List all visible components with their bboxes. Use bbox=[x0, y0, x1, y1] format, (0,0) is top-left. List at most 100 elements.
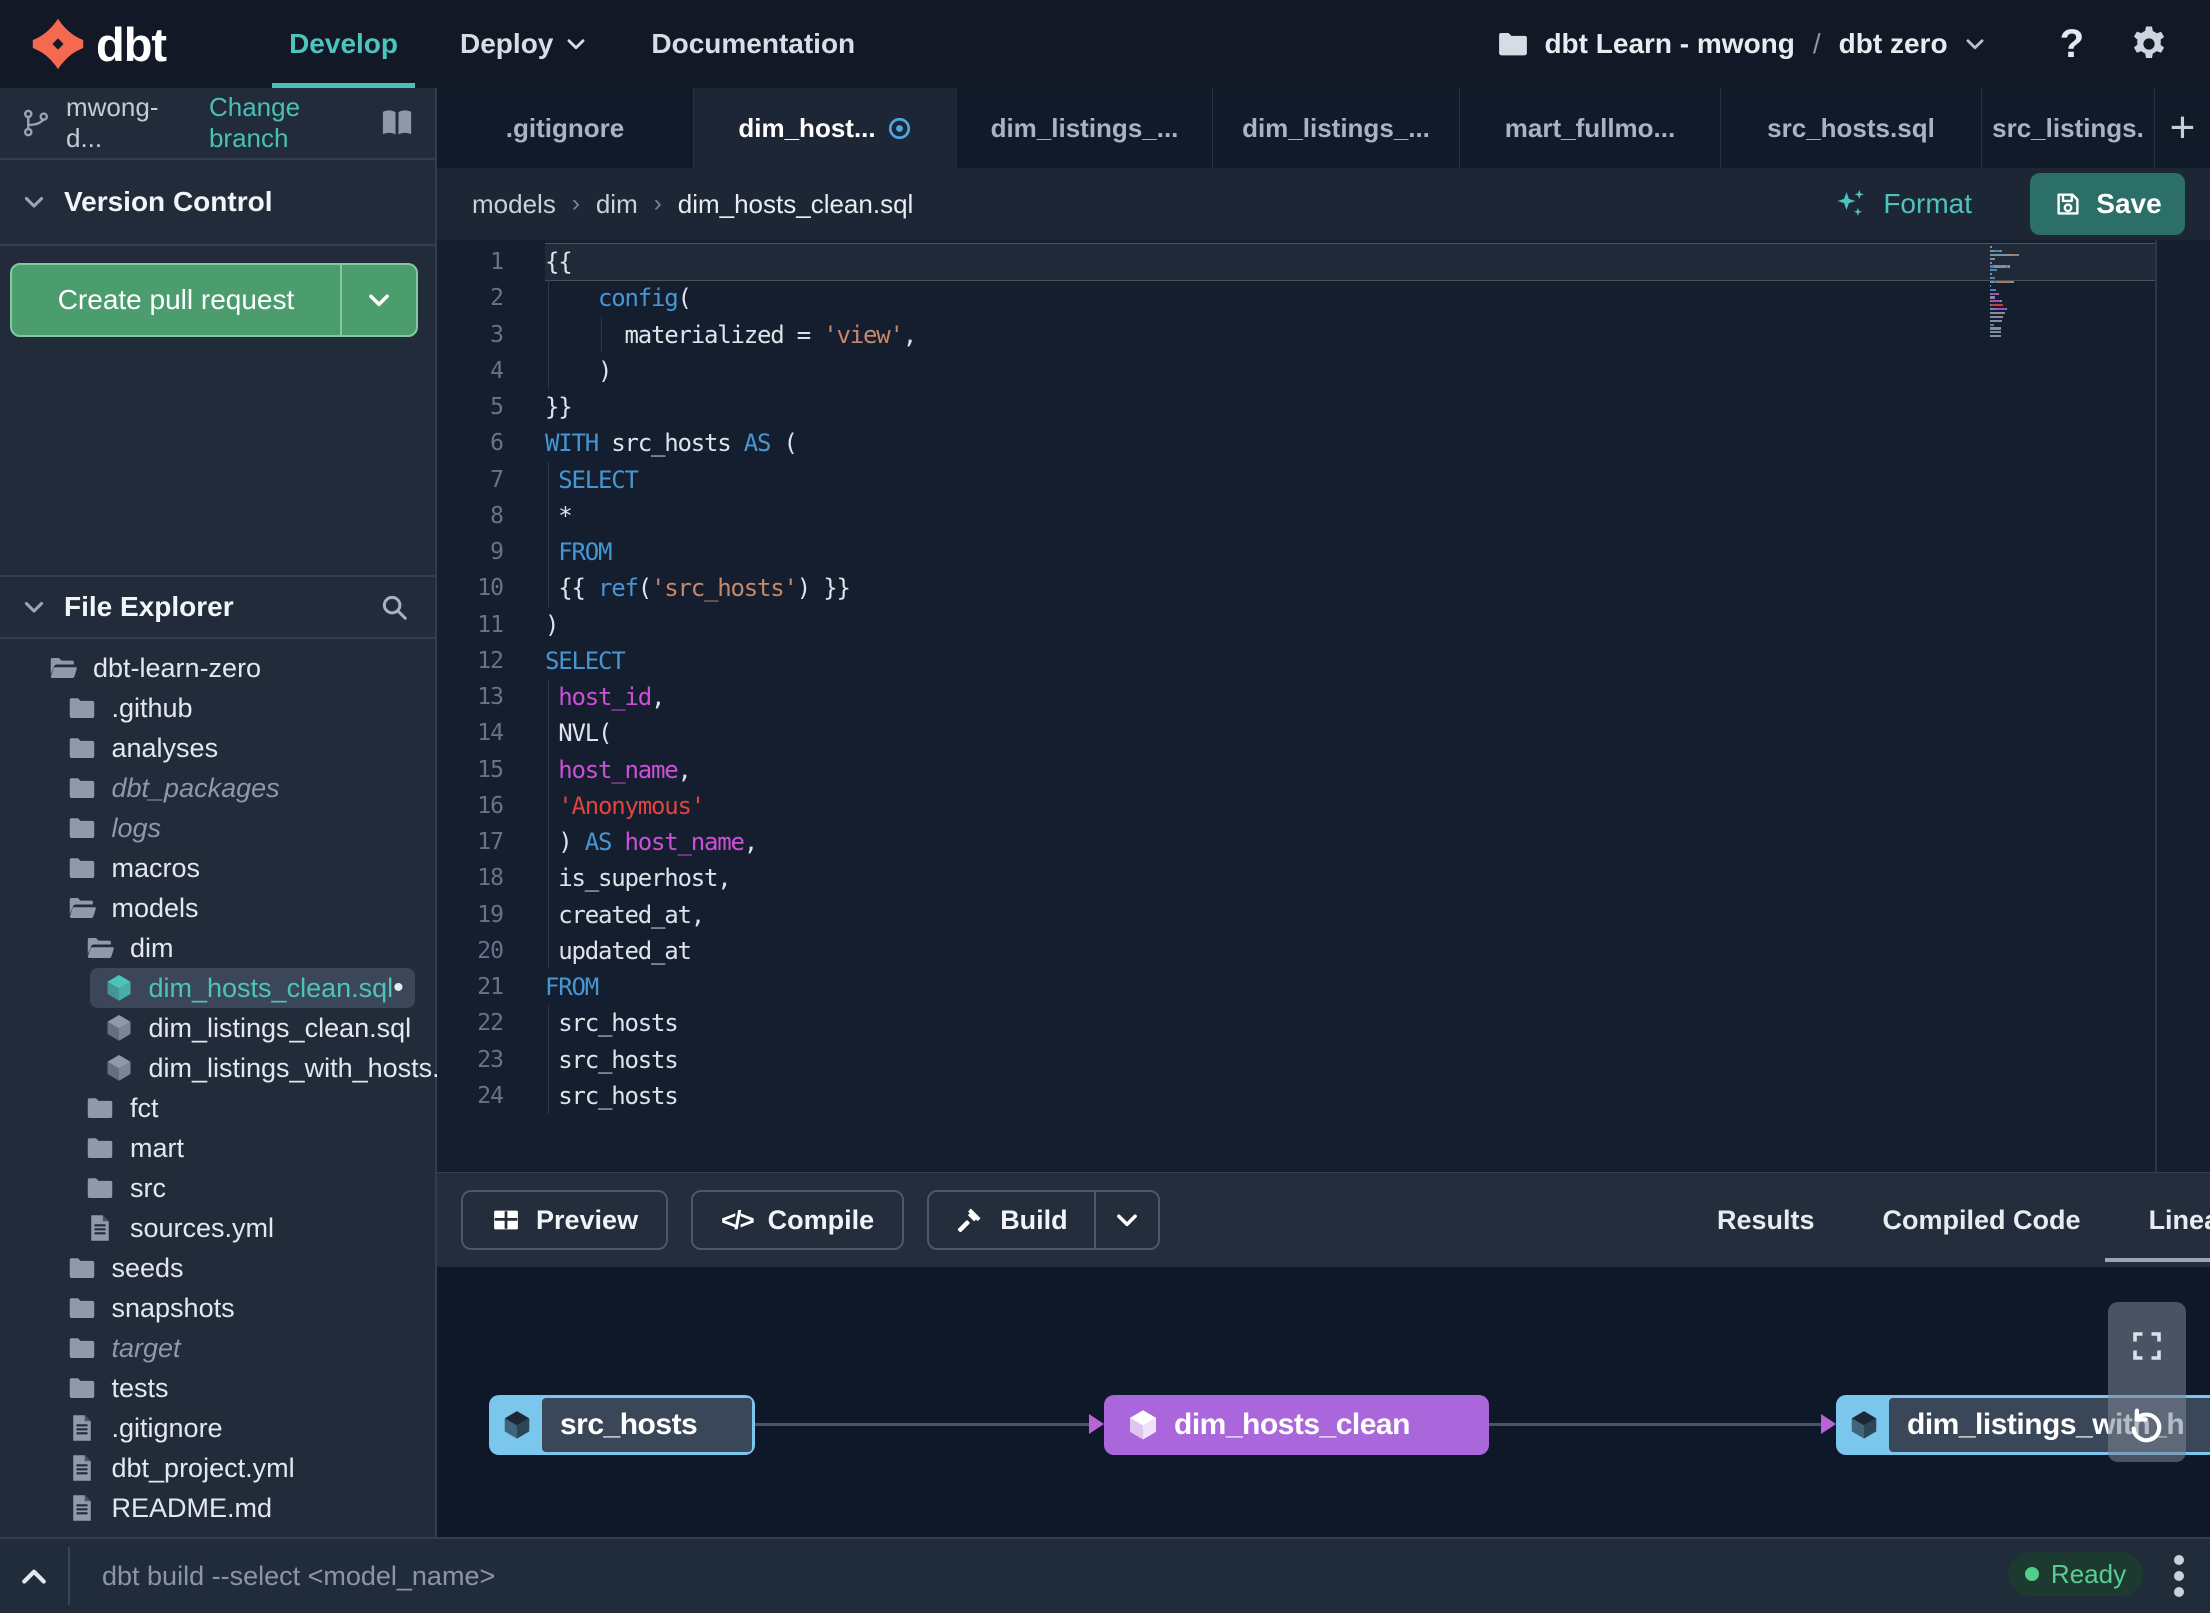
lineage-edge-arrow-icon bbox=[1821, 1414, 1836, 1434]
code-line-4[interactable]: ) bbox=[545, 352, 2155, 389]
code-line-1[interactable]: {{ bbox=[545, 244, 2155, 281]
docs-book-icon[interactable] bbox=[379, 105, 415, 141]
tree-item-seeds[interactable]: seeds bbox=[0, 1248, 435, 1288]
help-icon[interactable]: ? bbox=[2060, 22, 2084, 67]
line-number: 6 bbox=[490, 430, 504, 457]
lineage-node-src-hosts[interactable]: src_hosts bbox=[489, 1395, 755, 1455]
code-line-15[interactable]: host_name, bbox=[545, 751, 2155, 788]
tree-item-sources-yml[interactable]: sources.yml bbox=[0, 1208, 435, 1248]
compile-button[interactable]: </> Compile bbox=[691, 1190, 905, 1250]
format-button[interactable]: Format bbox=[1833, 186, 1972, 222]
code-line-21[interactable]: FROM bbox=[545, 969, 2155, 1005]
tree-item-dbt-project-yml[interactable]: dbt_project.yml bbox=[0, 1448, 435, 1488]
code-line-3[interactable]: materialized = 'view', bbox=[545, 316, 2155, 353]
tree-item-mart[interactable]: mart bbox=[0, 1128, 435, 1168]
line-number: 12 bbox=[477, 647, 504, 674]
tree-item-target[interactable]: target bbox=[0, 1328, 435, 1368]
command-placeholder[interactable]: dbt build --select <model_name> bbox=[102, 1539, 495, 1613]
editor-tab-src-listings-[interactable]: src_listings. bbox=[1982, 88, 2155, 168]
editor-tab-dim-listings-[interactable]: dim_listings_... bbox=[957, 88, 1213, 168]
tree-item-analyses[interactable]: analyses bbox=[0, 728, 435, 768]
build-button[interactable]: Build bbox=[927, 1190, 1160, 1250]
minimap[interactable] bbox=[1990, 246, 2070, 339]
file-explorer-section[interactable]: File Explorer bbox=[0, 575, 435, 639]
chevron-up-icon[interactable] bbox=[16, 1559, 52, 1595]
code-line-6[interactable]: WITH src_hosts AS ( bbox=[545, 425, 2155, 461]
pr-dropdown-toggle[interactable] bbox=[340, 265, 416, 335]
code-line-9[interactable]: FROM bbox=[545, 534, 2155, 571]
preview-button[interactable]: Preview bbox=[461, 1190, 669, 1250]
menu-documentation[interactable]: Documentation bbox=[620, 0, 886, 88]
code-line-19[interactable]: created_at, bbox=[545, 896, 2155, 933]
tree-item-label: sources.yml bbox=[130, 1212, 275, 1243]
tree-item-dbt-packages[interactable]: dbt_packages bbox=[0, 768, 435, 808]
new-tab-button[interactable]: + bbox=[2155, 88, 2210, 168]
tab-lineage[interactable]: Lineage bbox=[2104, 1205, 2210, 1262]
editor-tab-dim-host-[interactable]: dim_host... bbox=[694, 88, 957, 168]
tree-item-label: tests bbox=[111, 1372, 169, 1403]
tree-item-dim[interactable]: dim bbox=[0, 928, 435, 968]
minimap-line bbox=[1990, 277, 2070, 280]
tab-compiled-code[interactable]: Compiled Code bbox=[1883, 1205, 2081, 1236]
tree-item-models[interactable]: models bbox=[0, 888, 435, 928]
tree-item-fct[interactable]: fct bbox=[0, 1088, 435, 1128]
code-line-13[interactable]: host_id, bbox=[545, 679, 2155, 716]
code-line-18[interactable]: is_superhost, bbox=[545, 860, 2155, 897]
code-line-7[interactable]: SELECT bbox=[545, 461, 2155, 498]
editor-tab-mart-fullmo-[interactable]: mart_fullmo... bbox=[1460, 88, 1721, 168]
breadcrumb-dim[interactable]: dim bbox=[596, 189, 638, 220]
code-line-8[interactable]: * bbox=[545, 497, 2155, 534]
line-number: 20 bbox=[477, 937, 504, 964]
change-branch-link[interactable]: Change branch bbox=[209, 92, 379, 154]
editor-tab--gitignore[interactable]: .gitignore bbox=[437, 88, 694, 168]
code-line-22[interactable]: src_hosts bbox=[545, 1005, 2155, 1042]
code-line-23[interactable]: src_hosts bbox=[545, 1041, 2155, 1078]
build-dropdown-toggle[interactable] bbox=[1093, 1192, 1158, 1248]
tree-item--gitignore[interactable]: .gitignore bbox=[0, 1408, 435, 1448]
code-line-12[interactable]: SELECT bbox=[545, 643, 2155, 679]
tree-item-src[interactable]: src bbox=[0, 1168, 435, 1208]
tab-results[interactable]: Results bbox=[1717, 1205, 1815, 1236]
lineage-node-dim-hosts-clean[interactable]: dim_hosts_clean bbox=[1104, 1395, 1489, 1455]
lineage-canvas[interactable]: src_hosts dim_hosts_clean dim_listings_w… bbox=[437, 1267, 2210, 1537]
tree-item-readme-md[interactable]: README.md bbox=[0, 1488, 435, 1528]
tree-item-dim-listings-clean-sql[interactable]: dim_listings_clean.sql bbox=[0, 1008, 435, 1048]
tree-item-logs[interactable]: logs bbox=[0, 808, 435, 848]
code-line-14[interactable]: NVL( bbox=[545, 715, 2155, 752]
line-number: 21 bbox=[477, 974, 504, 1000]
gear-icon[interactable] bbox=[2128, 23, 2170, 65]
kebab-menu-icon[interactable] bbox=[2174, 1555, 2184, 1597]
editor-tab-dim-listings-[interactable]: dim_listings_... bbox=[1213, 88, 1460, 168]
fullscreen-icon[interactable] bbox=[2129, 1328, 2165, 1364]
version-control-section[interactable]: Version Control bbox=[0, 160, 435, 246]
project-breadcrumb[interactable]: dbt Learn - mwong / dbt zero bbox=[1496, 27, 1987, 61]
tree-item-dbt-learn-zero[interactable]: dbt-learn-zero bbox=[0, 648, 435, 688]
tree-item-dim-listings-with-hosts-[interactable]: dim_listings_with_hosts... bbox=[0, 1048, 455, 1088]
dbt-logo[interactable]: dbt bbox=[30, 16, 167, 72]
code-line-5[interactable]: }} bbox=[545, 389, 2155, 425]
menu-deploy[interactable]: Deploy bbox=[429, 0, 620, 88]
minimap-line bbox=[1990, 319, 2070, 322]
code-editor[interactable]: 1 2 3 4 5 6 7 8 9 10 11 12 13 14 15 16 17 18 19 20 21 22 23 24 … bbox=[437, 240, 2210, 1172]
code-line-20[interactable]: updated_at bbox=[545, 932, 2155, 969]
breadcrumb-models[interactable]: models bbox=[472, 189, 556, 220]
save-button[interactable]: Save bbox=[2030, 173, 2185, 235]
code-area[interactable]: {{ config( materialized = 'view', )}} WIT… bbox=[545, 244, 2155, 1114]
code-line-10[interactable]: {{ ref('src_hosts') }} bbox=[545, 570, 2155, 607]
menu-develop[interactable]: Develop bbox=[258, 0, 429, 88]
code-line-24[interactable]: src_hosts bbox=[545, 1077, 2155, 1114]
create-pull-request-button[interactable]: Create pull request bbox=[10, 263, 418, 337]
code-line-11[interactable]: ) bbox=[545, 607, 2155, 643]
tree-item-dim-hosts-clean-sql[interactable]: dim_hosts_clean.sql • bbox=[89, 968, 415, 1008]
code-line-2[interactable]: config( bbox=[545, 280, 2155, 317]
search-icon[interactable] bbox=[379, 592, 409, 622]
code-line-17[interactable]: ) AS host_name, bbox=[545, 824, 2155, 861]
indent-guide bbox=[548, 896, 549, 933]
tree-item-snapshots[interactable]: snapshots bbox=[0, 1288, 435, 1328]
tree-item-macros[interactable]: macros bbox=[0, 848, 435, 888]
tree-item--github[interactable]: .github bbox=[0, 688, 435, 728]
code-line-16[interactable]: 'Anonymous' bbox=[545, 787, 2155, 824]
refresh-icon[interactable] bbox=[2125, 1404, 2169, 1448]
editor-tab-src-hosts-sql[interactable]: src_hosts.sql bbox=[1721, 88, 1982, 168]
tree-item-tests[interactable]: tests bbox=[0, 1368, 435, 1408]
